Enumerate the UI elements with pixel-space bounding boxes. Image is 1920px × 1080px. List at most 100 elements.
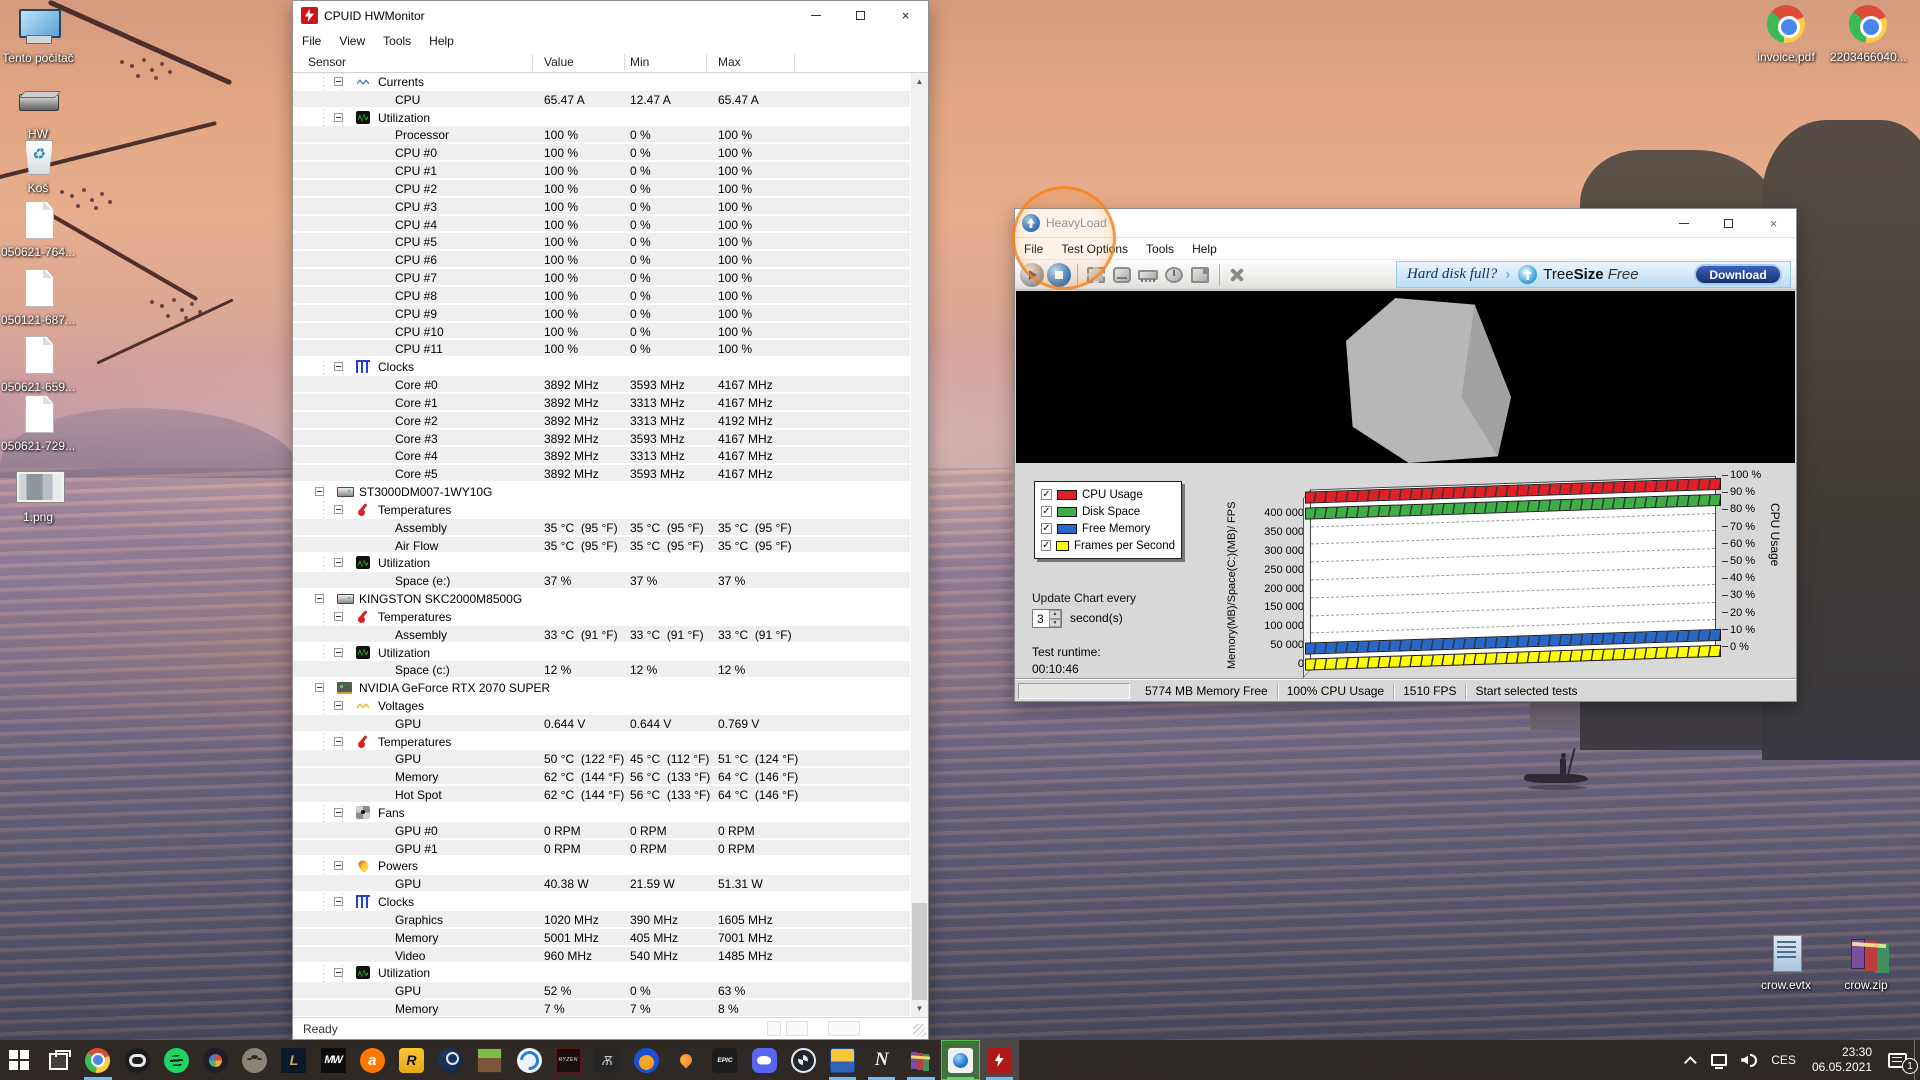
- sensor-row[interactable]: Utilization: [293, 109, 910, 127]
- expand-toggle[interactable]: [334, 968, 343, 977]
- scroll-thumb[interactable]: [912, 903, 927, 1003]
- sensor-row[interactable]: Graphics1020 MHz390 MHz1605 MHz: [293, 911, 910, 929]
- desktop-icon-invoice-pdf[interactable]: invoice.pdf: [1748, 5, 1824, 64]
- disk-test-icon[interactable]: [1111, 265, 1133, 285]
- expand-toggle[interactable]: [334, 701, 343, 710]
- column-value[interactable]: Value: [544, 55, 574, 69]
- close-button[interactable]: ×: [1751, 209, 1796, 238]
- sensor-row[interactable]: CPU #4100 %0 %100 %: [293, 216, 910, 234]
- desktop-icon-050121-687-[interactable]: 050121-687...: [0, 268, 76, 327]
- sensor-row[interactable]: Clocks: [293, 358, 910, 376]
- sensor-row[interactable]: Assembly35 °C (95 °F)35 °C (95 °F)35 °C …: [293, 519, 910, 537]
- desktop-icon-hw[interactable]: HW: [0, 82, 76, 141]
- sensor-row[interactable]: Space (e:)37 %37 %37 %: [293, 572, 910, 590]
- tray-expand-button[interactable]: [1681, 1040, 1704, 1080]
- taskbar-fl-studio[interactable]: [666, 1040, 705, 1080]
- maximize-button[interactable]: [838, 1, 883, 30]
- sensor-row[interactable]: Core #43892 MHz3313 MHz4167 MHz: [293, 447, 910, 465]
- sensor-row[interactable]: Memory5001 MHz405 MHz7001 MHz: [293, 929, 910, 947]
- sensor-row[interactable]: Currents: [293, 73, 910, 91]
- taskbar-obs-studio[interactable]: [784, 1040, 823, 1080]
- column-header[interactable]: Sensor Value Min Max: [293, 52, 928, 73]
- timer-test-icon[interactable]: [1163, 265, 1185, 285]
- expand-toggle[interactable]: [334, 558, 343, 567]
- desktop-icon-ko-[interactable]: Koš: [0, 136, 76, 195]
- menu-help[interactable]: Help: [420, 32, 463, 50]
- sensor-row[interactable]: Core #03892 MHz3593 MHz4167 MHz: [293, 376, 910, 394]
- sensor-row[interactable]: Processor100 %0 %100 %: [293, 126, 910, 144]
- taskbar-task-view-button[interactable]: [39, 1040, 78, 1080]
- expand-toggle[interactable]: [334, 897, 343, 906]
- sensor-row[interactable]: CPU65.47 A12.47 A65.47 A: [293, 91, 910, 109]
- taskbar-hwmonitor[interactable]: [980, 1040, 1019, 1080]
- vertical-scrollbar[interactable]: ▲ ▼: [911, 73, 928, 1017]
- sensor-row[interactable]: Core #33892 MHz3593 MHz4167 MHz: [293, 430, 910, 448]
- sensor-row[interactable]: GPU52 %0 %63 %: [293, 982, 910, 1000]
- desktop-icon-050621-764-[interactable]: 050621-764...: [0, 200, 76, 259]
- desktop-icon-crow-zip[interactable]: crow.zip: [1828, 933, 1904, 992]
- column-min[interactable]: Min: [630, 55, 649, 69]
- desktop-icon-tento-po-ta-[interactable]: Tento počítač: [0, 6, 76, 65]
- taskbar-discord[interactable]: [745, 1040, 784, 1080]
- desktop-icon-050621-729-[interactable]: 050621-729...: [0, 394, 76, 453]
- menu-view[interactable]: View: [330, 32, 374, 50]
- sensor-row[interactable]: Utilization: [293, 554, 910, 572]
- maximize-button[interactable]: [1706, 209, 1751, 238]
- taskbar-rockstar-games[interactable]: R: [392, 1040, 431, 1080]
- taskbar-game[interactable]: [627, 1040, 666, 1080]
- spinner-up-button[interactable]: ▲: [1049, 610, 1061, 619]
- network-tray-icon[interactable]: [1704, 1040, 1734, 1080]
- legend-checkbox[interactable]: ✓: [1041, 523, 1052, 534]
- sensor-row[interactable]: NVIDIA GeForce RTX 2070 SUPER: [293, 679, 910, 697]
- taskbar-oculus[interactable]: [118, 1040, 157, 1080]
- resize-grip[interactable]: [913, 1024, 926, 1037]
- taskbar-spotify[interactable]: [157, 1040, 196, 1080]
- scroll-up-arrow[interactable]: ▲: [911, 73, 928, 90]
- taskbar-epic-games[interactable]: EPIC: [705, 1040, 744, 1080]
- menu-tools[interactable]: Tools: [1137, 240, 1183, 258]
- settings-wrench-icon[interactable]: [1227, 266, 1247, 284]
- sensor-row[interactable]: Core #13892 MHz3313 MHz4167 MHz: [293, 394, 910, 412]
- sensor-row[interactable]: CPU #5100 %0 %100 %: [293, 233, 910, 251]
- sensor-row[interactable]: CPU #3100 %0 %100 %: [293, 198, 910, 216]
- taskbar-davinci-resolve[interactable]: [196, 1040, 235, 1080]
- sensor-row[interactable]: Hot Spot62 °C (144 °F)56 °C (133 °F)64 °…: [293, 786, 910, 804]
- menu-help[interactable]: Help: [1183, 240, 1226, 258]
- desktop-icon-2203466040-[interactable]: 2203466040...: [1830, 5, 1906, 64]
- sensor-row[interactable]: Core #23892 MHz3313 MHz4192 MHz: [293, 412, 910, 430]
- close-button[interactable]: ×: [883, 1, 928, 30]
- sensor-row[interactable]: Assembly33 °C (91 °F)33 °C (91 °F)33 °C …: [293, 626, 910, 644]
- sensor-row[interactable]: GPU40.38 W21.59 W51.31 W: [293, 875, 910, 893]
- minimize-button[interactable]: [1661, 209, 1706, 238]
- sensor-row[interactable]: CPU #9100 %0 %100 %: [293, 305, 910, 323]
- expand-toggle[interactable]: [334, 861, 343, 870]
- sensor-row[interactable]: Voltages: [293, 697, 910, 715]
- taskbar-avast[interactable]: a: [353, 1040, 392, 1080]
- desktop-icon-050621-659-[interactable]: 050621-659...: [0, 335, 76, 394]
- spinner-down-button[interactable]: ▼: [1049, 619, 1061, 628]
- treesize-ad-banner[interactable]: Hard disk full? › TreeSize Free Download: [1396, 261, 1791, 288]
- sensor-row[interactable]: CPU #2100 %0 %100 %: [293, 180, 910, 198]
- taskbar-steam[interactable]: [431, 1040, 470, 1080]
- taskbar-modern-warfare[interactable]: MW: [314, 1040, 353, 1080]
- clock[interactable]: 23:30 06.05.2021: [1803, 1045, 1881, 1075]
- sensor-row[interactable]: Clocks: [293, 893, 910, 911]
- taskbar-league-of-legends[interactable]: L: [274, 1040, 313, 1080]
- sensor-row[interactable]: Utilization: [293, 644, 910, 662]
- sensor-row[interactable]: ST3000DM007-1WY10G: [293, 483, 910, 501]
- sensor-row[interactable]: CPU #0100 %0 %100 %: [293, 144, 910, 162]
- sensor-row[interactable]: GPU0.644 V0.644 V0.769 V: [293, 715, 910, 733]
- column-sensor[interactable]: Sensor: [308, 55, 346, 69]
- sensor-row[interactable]: Fans: [293, 804, 910, 822]
- expand-toggle[interactable]: [334, 77, 343, 86]
- expand-toggle[interactable]: [334, 737, 343, 746]
- sensor-row[interactable]: GPU #10 RPM0 RPM0 RPM: [293, 840, 910, 858]
- taskbar-world-of-tanks[interactable]: Ѫ: [588, 1040, 627, 1080]
- sensor-row[interactable]: Space (c:)12 %12 %12 %: [293, 661, 910, 679]
- taskbar-heavyload[interactable]: [941, 1040, 980, 1080]
- column-max[interactable]: Max: [718, 55, 741, 69]
- legend-checkbox[interactable]: ✓: [1041, 489, 1052, 500]
- expand-toggle[interactable]: [334, 505, 343, 514]
- sensor-row[interactable]: Memory7 %7 %8 %: [293, 1000, 910, 1017]
- sensor-row[interactable]: Temperatures: [293, 608, 910, 626]
